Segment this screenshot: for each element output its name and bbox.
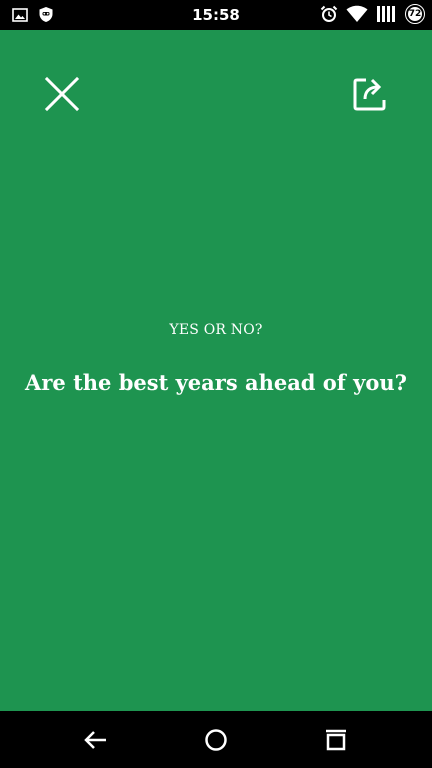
recents-button[interactable] xyxy=(323,727,349,753)
back-icon xyxy=(84,731,106,749)
close-button[interactable] xyxy=(42,74,82,114)
back-button[interactable] xyxy=(83,727,109,753)
alarm-icon xyxy=(320,5,338,22)
signal-icon xyxy=(377,6,395,22)
question-category-label: YES OR NO? xyxy=(169,322,263,338)
question-text: Are the best years ahead of you? xyxy=(25,370,407,395)
home-button[interactable] xyxy=(203,727,229,753)
recents-icon xyxy=(326,729,346,751)
battery-icon: 72 xyxy=(405,4,425,24)
navigation-bar xyxy=(0,711,432,768)
status-right-icons: 72 xyxy=(320,4,425,24)
share-button[interactable] xyxy=(350,74,390,114)
share-icon xyxy=(353,78,386,111)
close-icon xyxy=(44,76,80,112)
screen: 15:58 72 YES OR NO? Are the best years a… xyxy=(0,0,432,768)
question-card: YES OR NO? Are the best years ahead of y… xyxy=(0,30,432,711)
status-bar: 15:58 72 xyxy=(0,0,432,30)
wifi-icon xyxy=(346,5,368,22)
home-icon xyxy=(205,729,227,751)
